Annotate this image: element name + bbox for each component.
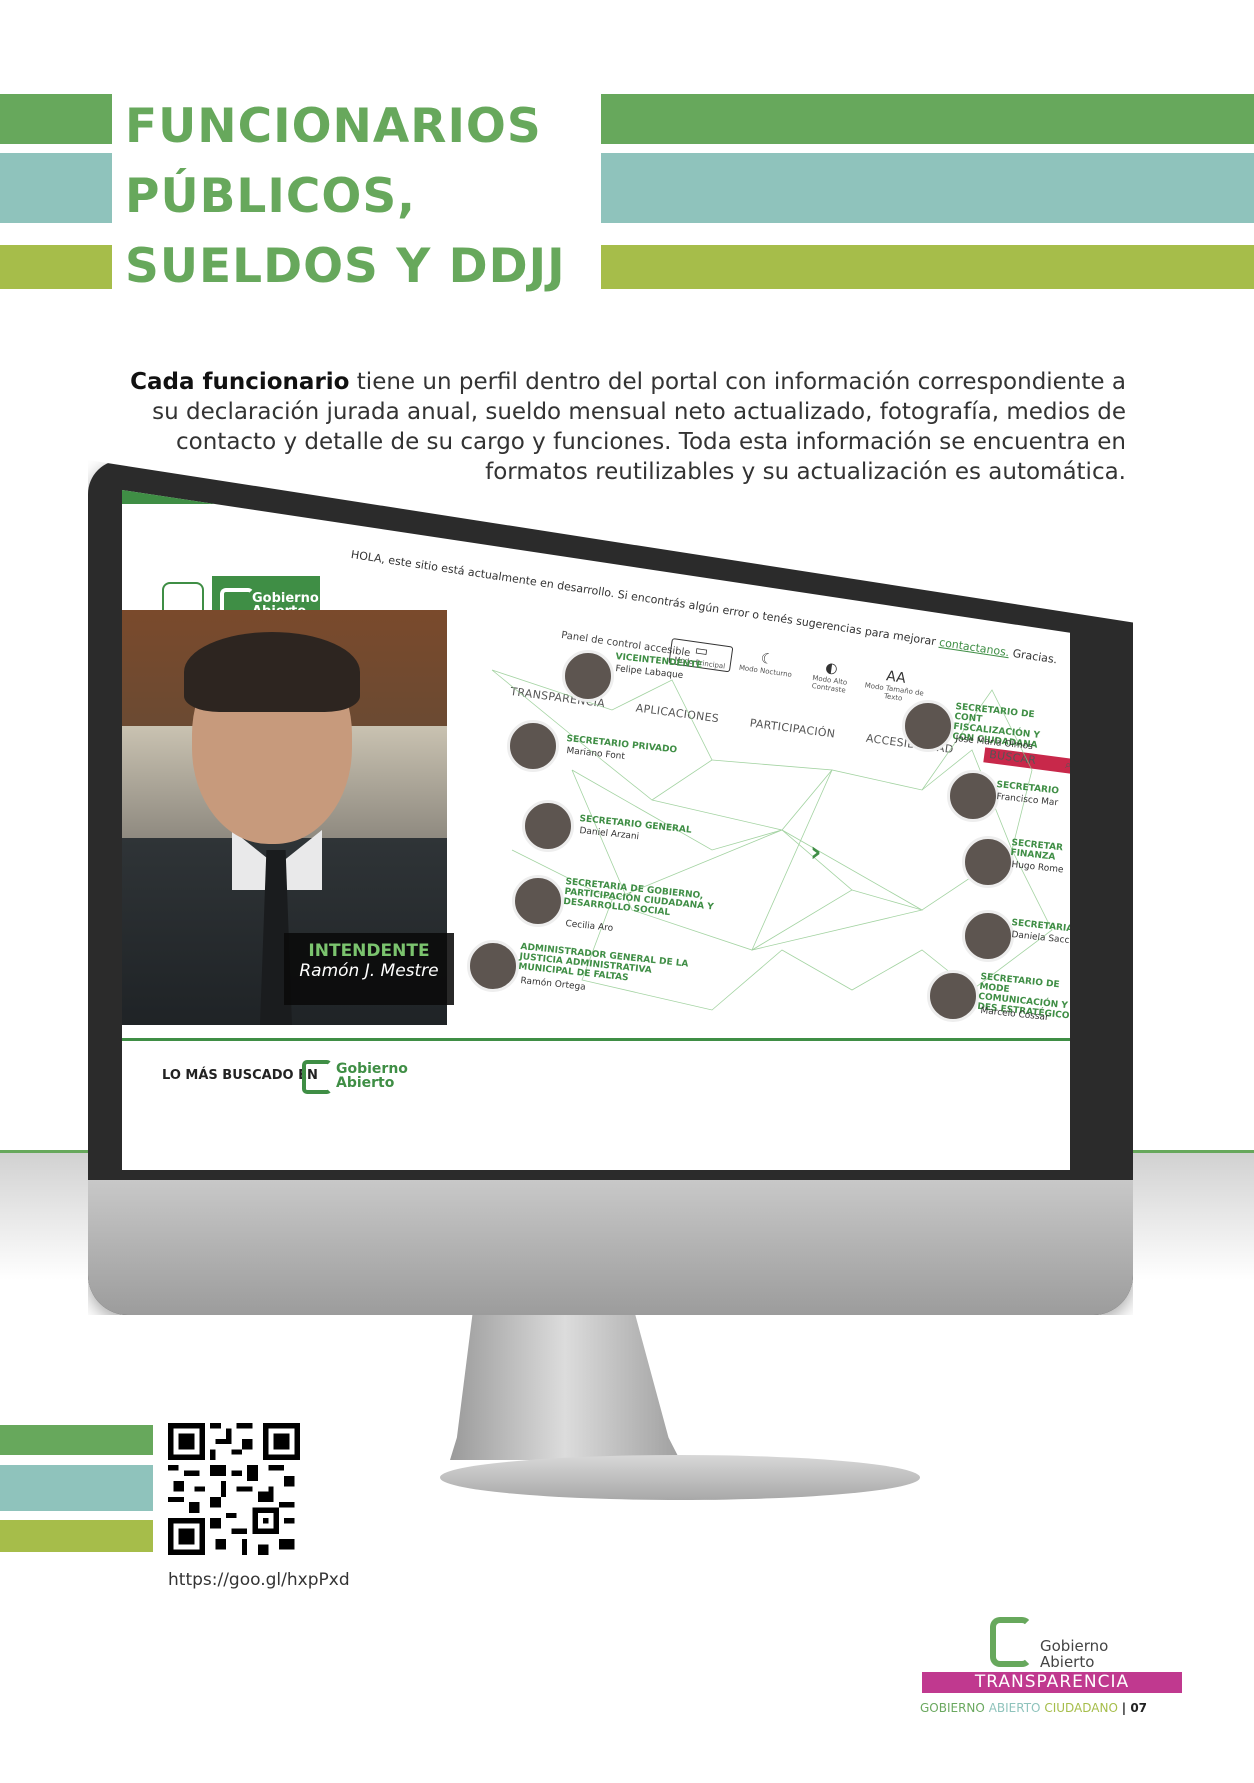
- avatar: [467, 940, 519, 992]
- featured-official-caption: INTENDENTE Ramón J. Mestre: [284, 933, 454, 1005]
- header-stripe-lime-right: [600, 245, 1254, 289]
- header-stripe-green-left: [0, 94, 112, 144]
- title-line-2: PÚBLICOS,: [125, 169, 417, 224]
- qr-url[interactable]: https://goo.gl/hxpPxd: [168, 1570, 350, 1590]
- page-number-value: 07: [1130, 1701, 1148, 1715]
- footer-stripe-green: [0, 1425, 153, 1455]
- search-icon: ⌕: [1064, 758, 1070, 772]
- g-logo-icon: [302, 1060, 332, 1094]
- qr-code[interactable]: [168, 1423, 300, 1555]
- page-title: FUNCIONARIOS PÚBLICOS, SUELDOS Y DDJJ: [125, 88, 601, 308]
- chevron-right-icon[interactable]: ›: [810, 835, 822, 868]
- footer-section-band: TRANSPARENCIA: [922, 1672, 1182, 1693]
- featured-name: Ramón J. Mestre: [299, 961, 439, 981]
- footer-logo-line-2: Abierto: [1040, 1653, 1095, 1671]
- footer-g-logo-icon: [990, 1617, 1032, 1667]
- page-number: | 07: [1121, 1701, 1148, 1715]
- officials-network: VICEINTENDENTE Felipe Labaque SECRETARIO …: [452, 650, 1070, 1040]
- bottom-gobierno-abierto-logo[interactable]: Gobierno Abierto: [302, 1058, 408, 1098]
- footer-stripe-lime: [0, 1520, 153, 1552]
- footer-sub-2: ABIERTO: [988, 1701, 1041, 1715]
- avatar: [522, 800, 574, 852]
- intro-bold: Cada funcionario: [130, 369, 350, 395]
- header-stripe-green-right: [600, 94, 1254, 144]
- avatar: [962, 910, 1014, 962]
- screen-bottom-line: [122, 1038, 1070, 1041]
- header-stripe-teal-right: [600, 153, 1254, 223]
- avatar: [512, 875, 564, 927]
- most-searched-label: LO MÁS BUSCADO EN: [162, 1068, 318, 1083]
- monitor-stand-base: [440, 1455, 920, 1500]
- title-line-1: FUNCIONARIOS: [125, 99, 542, 154]
- footer-subtitle: GOBIERNO ABIERTO CIUDADANO | 07: [920, 1701, 1147, 1715]
- avatar: [962, 836, 1014, 888]
- header-stripe-lime-left: [0, 245, 112, 289]
- avatar: [902, 700, 954, 752]
- footer-sub-3: CIUDADANO: [1044, 1701, 1118, 1715]
- avatar: [927, 970, 979, 1022]
- official-role: SECRETAR FINANZA: [1009, 838, 1064, 863]
- photo-hair: [184, 632, 360, 712]
- footer-logo-text: Gobierno Abierto: [1040, 1638, 1108, 1670]
- featured-role: INTENDENTE: [308, 941, 430, 961]
- avatar: [947, 770, 999, 822]
- bottom-logo-text: Gobierno Abierto: [336, 1061, 408, 1091]
- monitor-stand: [450, 1310, 680, 1460]
- footer-stripe-teal: [0, 1465, 153, 1511]
- monitor-chin: [88, 1180, 1133, 1315]
- title-line-3: SUELDOS Y DDJJ: [125, 239, 566, 294]
- header-stripe-teal-left: [0, 153, 112, 223]
- monitor: HOLA, este sitio está actualmente en des…: [88, 460, 1133, 1315]
- avatar: [507, 720, 559, 772]
- footer-sub-1: GOBIERNO: [920, 1701, 985, 1715]
- avatar: [562, 650, 614, 702]
